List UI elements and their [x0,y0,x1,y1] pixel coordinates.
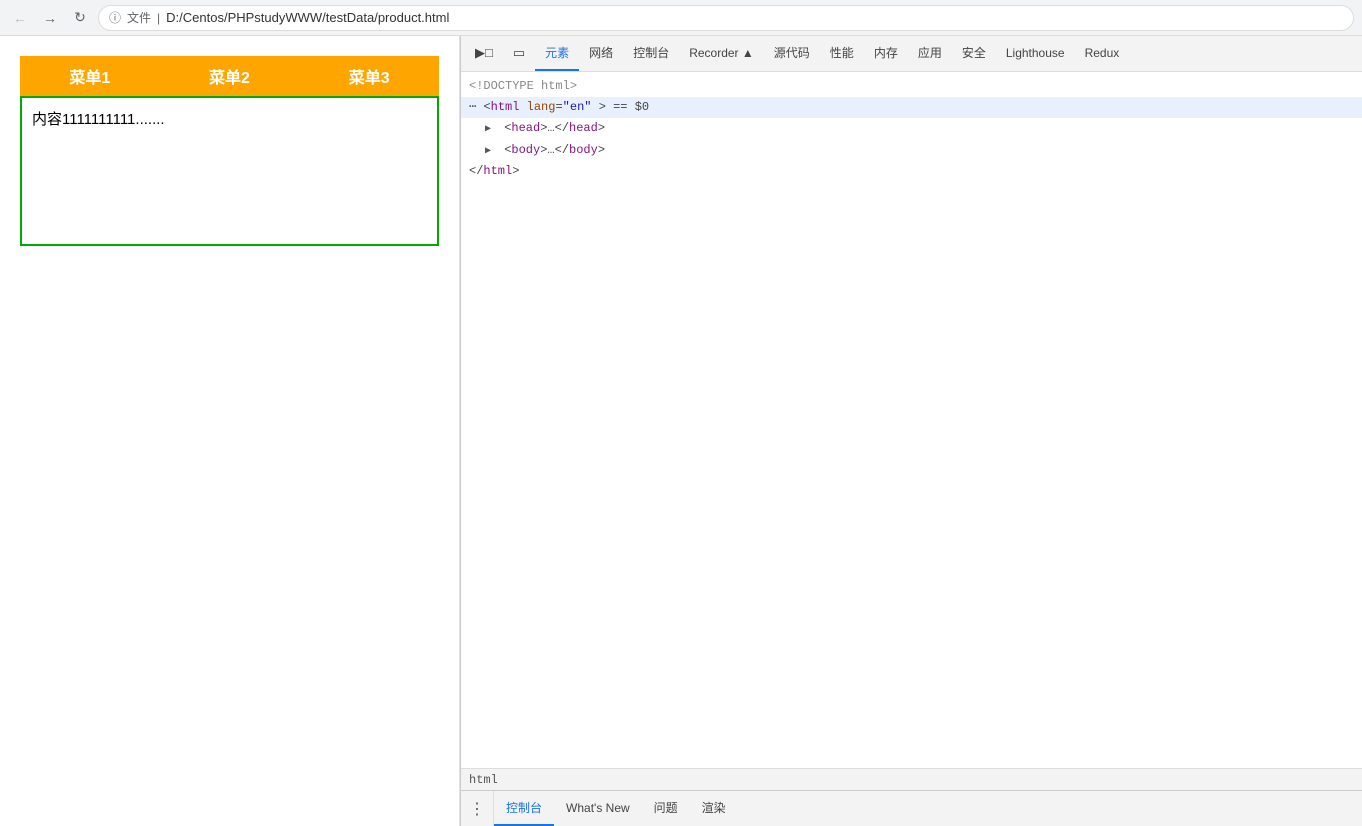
file-label: 文件 [127,9,151,26]
footer-menu-button[interactable]: ⋮ [461,791,494,826]
dollar-sign: $0 [635,100,649,114]
tab-security[interactable]: 安全 [952,36,996,71]
tab-performance-label: 性能 [830,44,854,61]
html-tree: <!DOCTYPE html> ⋯ <html lang="en" > == $… [461,72,1362,186]
tab-application[interactable]: 应用 [908,36,952,71]
footer-tab-console[interactable]: 控制台 [494,791,554,826]
footer-tab-console-label: 控制台 [506,799,542,816]
tab-lighthouse[interactable]: Lighthouse [996,36,1075,71]
footer-tab-render[interactable]: 渲染 [690,791,738,826]
body-tag: body [511,143,540,157]
devtools-tabs: ▶□ ▭ 元素 网络 控制台 Recorder ▲ 源代码 性能 [461,36,1362,72]
tab-sources[interactable]: 源代码 [764,36,820,71]
expand-dots: ⋯ [469,100,483,114]
tab-performance[interactable]: 性能 [820,36,864,71]
inspect-icon: ▶□ [475,45,493,61]
tab-network[interactable]: 网络 [579,36,623,71]
tab-recorder-label: Recorder ▲ [689,46,754,60]
footer-tab-whatsnew[interactable]: What's New [554,791,642,826]
doctype-text: <!DOCTYPE html> [469,79,577,93]
tree-html[interactable]: ⋯ <html lang="en" > == $0 [461,97,1362,118]
devtools-footer: ⋮ 控制台 What's New 问题 渲染 [461,790,1362,826]
tab-memory[interactable]: 内存 [864,36,908,71]
tab-redux[interactable]: Redux [1075,36,1130,71]
menu-item-2[interactable]: 菜单2 [160,56,300,96]
tree-doctype: <!DOCTYPE html> [461,76,1362,97]
html-tag-name: html [491,100,520,114]
tab-inspect-icon[interactable]: ▶□ [465,36,503,71]
head-expand-arrow: ▶ [485,122,497,138]
tab-memory-label: 内存 [874,44,898,61]
separator: | [157,11,160,25]
tab-elements-label: 元素 [545,44,569,61]
url-text: D:/Centos/PHPstudyWWW/testData/product.h… [166,10,449,25]
main-area: 菜单1 菜单2 菜单3 内容1111111111....... ▶□ ▭ 元素 … [0,36,1362,826]
breadcrumb-area: html [461,768,1362,790]
tab-console[interactable]: 控制台 [623,36,679,71]
footer-tab-whatsnew-label: What's New [566,801,630,815]
eq-sign: == [613,100,635,114]
tab-sources-label: 源代码 [774,44,810,61]
lang-value: "en" [563,100,592,114]
forward-button[interactable]: → [38,6,62,30]
closing-html-tag: html [483,164,512,178]
open-bracket-html: < [483,100,490,114]
tab-security-label: 安全 [962,44,986,61]
footer-tab-render-label: 渲染 [702,799,726,816]
device-icon: ▭ [513,45,525,61]
footer-tabs: 控制台 What's New 问题 渲染 [494,791,738,826]
footer-tab-issues[interactable]: 问题 [642,791,690,826]
tree-closing-html: </html> [461,161,1362,182]
content-text: 内容1111111111....... [32,111,165,128]
content-area: 内容1111111111....... [20,96,439,246]
tree-body[interactable]: ▶ <body>…</body> [461,140,1362,161]
info-icon: ⓘ [109,9,121,26]
body-expand-arrow: ▶ [485,144,497,160]
tab-recorder[interactable]: Recorder ▲ [679,36,764,71]
menu-item-1[interactable]: 菜单1 [20,56,160,96]
devtools-content: <!DOCTYPE html> ⋯ <html lang="en" > == $… [461,72,1362,768]
tab-console-label: 控制台 [633,44,669,61]
head-tag: head [511,121,540,135]
tab-lighthouse-label: Lighthouse [1006,46,1065,60]
tab-application-label: 应用 [918,44,942,61]
back-button[interactable]: ← [8,6,32,30]
devtools-panel: ▶□ ▭ 元素 网络 控制台 Recorder ▲ 源代码 性能 [460,36,1362,826]
footer-dots-icon: ⋮ [469,799,485,819]
address-bar[interactable]: ⓘ 文件 | D:/Centos/PHPstudyWWW/testData/pr… [98,5,1354,31]
browser-page: 菜单1 菜单2 菜单3 内容1111111111....... [0,36,460,826]
tab-redux-label: Redux [1085,46,1120,60]
tree-head[interactable]: ▶ <head>…</head> [461,118,1362,139]
tab-elements[interactable]: 元素 [535,36,579,71]
reload-button[interactable]: ↻ [68,6,92,30]
menu-bar: 菜单1 菜单2 菜单3 [20,56,439,96]
lang-attr: lang [527,100,556,114]
menu-item-3[interactable]: 菜单3 [299,56,439,96]
footer-tab-issues-label: 问题 [654,799,678,816]
browser-toolbar: ← → ↻ ⓘ 文件 | D:/Centos/PHPstudyWWW/testD… [0,0,1362,36]
breadcrumb-text: html [469,773,498,787]
tab-device-icon[interactable]: ▭ [503,36,535,71]
tab-network-label: 网络 [589,44,613,61]
